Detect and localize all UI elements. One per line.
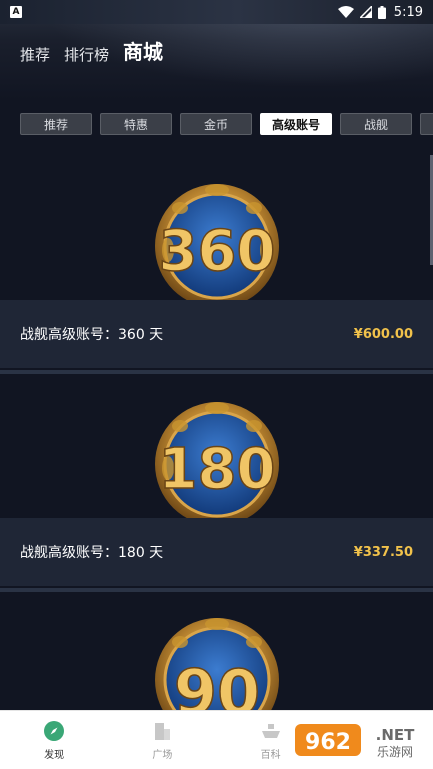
badge-number: 360 [159,219,276,284]
category-tabs: 推荐 特惠 金币 高级账号 战舰 [20,113,433,135]
building-icon [155,722,171,740]
svg-text:.NET: .NET [376,726,415,744]
product-info-bar: 战舰高级账号：180 天 ¥337.50 [0,518,433,586]
product-price: ¥337.50 [353,544,413,560]
status-time: 5:19 [393,4,423,20]
premium-badge-icon: 90 [155,618,279,710]
top-nav-store[interactable]: 商城 [123,36,163,65]
category-more-partial[interactable] [420,113,433,135]
cell-signal-icon [359,6,372,18]
bottom-nav-label: 百科 [260,749,281,761]
top-nav-recommend[interactable]: 推荐 [20,44,50,65]
product-price: ¥600.00 [353,326,413,342]
category-gold[interactable]: 金币 [180,113,252,135]
watermark-962-logo-icon: 962 .NET 乐游网 [295,724,415,759]
notification-a-icon: A [10,6,22,18]
card-divider [0,588,433,592]
bottom-nav-label: 发现 [44,749,65,761]
category-special-offer[interactable]: 特惠 [100,113,172,135]
category-premium-account[interactable]: 高级账号 [260,113,332,135]
badge-number: 90 [174,656,260,710]
bottom-nav-label: 广场 [152,749,173,761]
bottom-nav-discover[interactable]: 发现 [0,711,108,769]
product-name: 战舰高级账号：180 天 [20,545,164,561]
status-bar: A 5:19 [0,0,433,24]
svg-text:乐游网: 乐游网 [377,745,413,759]
svg-text:962: 962 [305,730,351,755]
premium-badge-icon: 180 [155,402,279,526]
battery-icon [377,5,386,19]
category-recommend[interactable]: 推荐 [20,113,92,135]
product-info-bar: 战舰高级账号：360 天 ¥600.00 [0,300,433,368]
ship-icon [261,723,280,738]
card-divider [0,370,433,374]
top-nav-ranking[interactable]: 排行榜 [64,44,109,65]
bottom-nav-plaza[interactable]: 广场 [108,711,216,769]
watermark-logo: 962 .NET 乐游网 [295,718,430,762]
product-name: 战舰高级账号：360 天 [20,327,164,343]
premium-badge-icon: 360 [155,184,279,308]
badge-number: 180 [159,437,276,502]
category-warships[interactable]: 战舰 [340,113,412,135]
wifi-icon [337,6,354,18]
compass-icon [44,720,65,741]
top-nav: 推荐 排行榜 商城 [20,36,163,65]
